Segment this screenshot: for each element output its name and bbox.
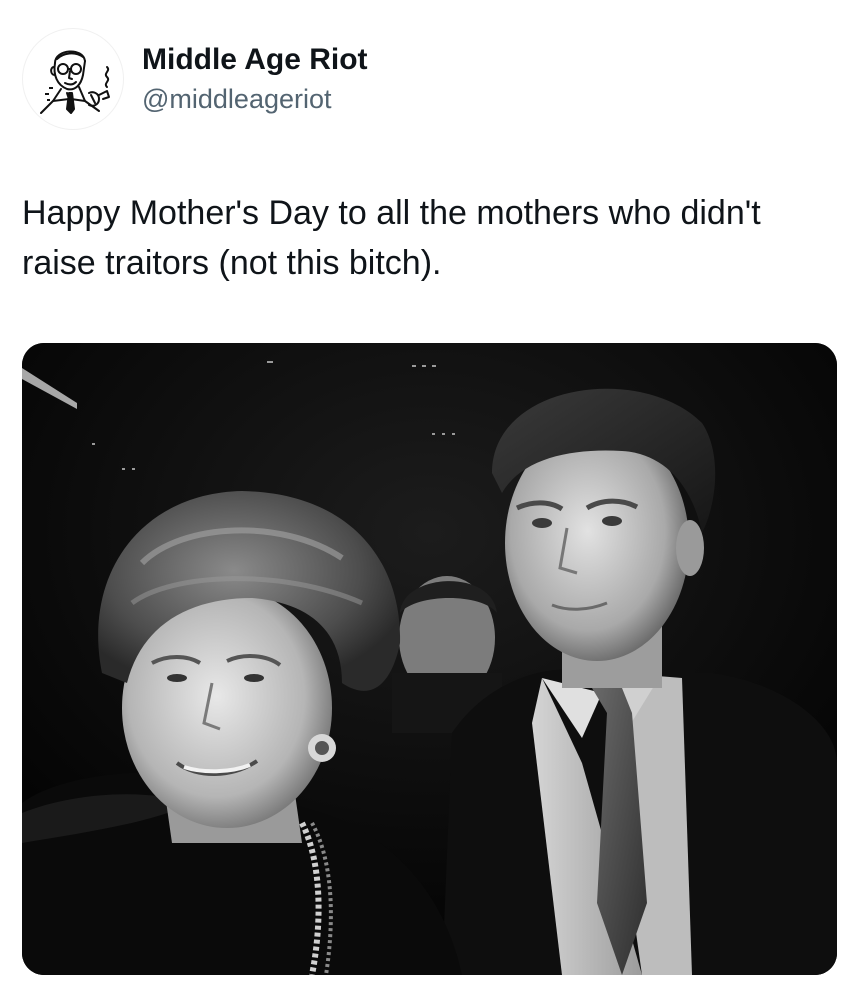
avatar[interactable] — [22, 28, 124, 130]
vintage-man-icon — [40, 50, 110, 114]
tweet-text: Happy Mother's Day to all the mothers wh… — [22, 194, 761, 282]
tweet-card: Middle Age Riot @middleageriot Happy Mot… — [0, 0, 859, 1000]
tweet-header: Middle Age Riot @middleageriot — [22, 28, 368, 130]
author-names: Middle Age Riot @middleageriot — [142, 42, 368, 116]
author-handle[interactable]: @middleageriot — [142, 82, 368, 116]
author-display-name[interactable]: Middle Age Riot — [142, 42, 368, 78]
photo-icon — [22, 343, 837, 975]
tweet-photo[interactable] — [22, 343, 837, 975]
